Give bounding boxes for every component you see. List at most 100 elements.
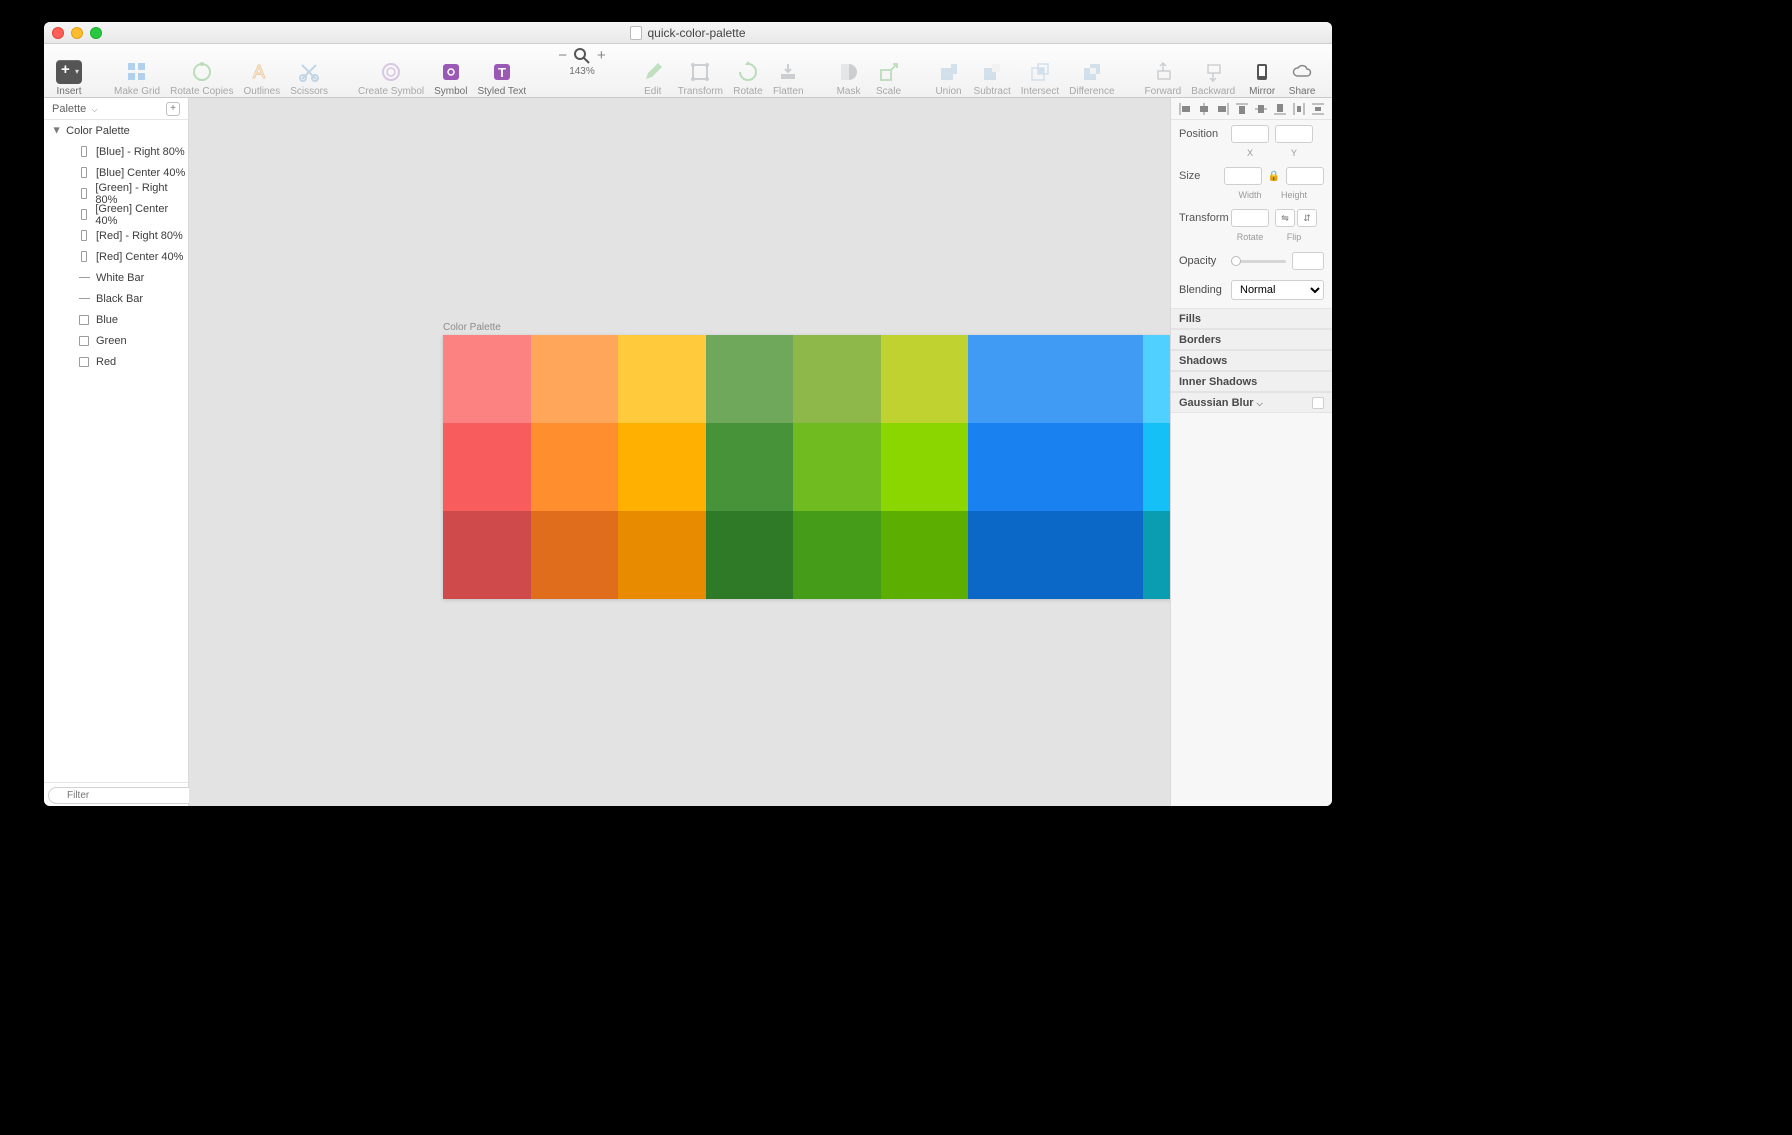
edit-button[interactable]: Edit — [634, 45, 672, 97]
layer-item[interactable]: [Green] - Right 80% — [44, 183, 188, 204]
outlines-button[interactable]: AOutlines — [240, 45, 285, 97]
lock-icon[interactable]: 🔒 — [1268, 171, 1280, 182]
color-swatch[interactable] — [968, 511, 1056, 599]
add-page-button[interactable]: + — [166, 102, 180, 116]
artboard[interactable] — [443, 335, 1170, 599]
fills-section[interactable]: Fills — [1171, 308, 1332, 329]
color-swatch[interactable] — [1056, 335, 1144, 423]
union-button[interactable]: Union — [930, 45, 968, 97]
zoom-button[interactable] — [90, 27, 102, 39]
color-swatch[interactable] — [881, 511, 969, 599]
align-hcenter-icon[interactable] — [1197, 102, 1211, 116]
backward-button[interactable]: Backward — [1187, 45, 1239, 97]
align-vcenter-icon[interactable] — [1254, 102, 1268, 116]
subtract-button[interactable]: Subtract — [970, 45, 1015, 97]
position-y-input[interactable] — [1275, 125, 1313, 143]
insert-button[interactable]: Insert — [50, 45, 88, 97]
shadows-section[interactable]: Shadows — [1171, 350, 1332, 371]
zoom-control[interactable]: −+ 143% — [552, 45, 612, 97]
color-swatch[interactable] — [1056, 423, 1144, 511]
create-symbol-button[interactable]: Create Symbol — [354, 45, 428, 97]
color-swatch[interactable] — [443, 423, 531, 511]
color-swatch[interactable] — [706, 423, 794, 511]
intersect-button[interactable]: Intersect — [1017, 45, 1063, 97]
position-x-input[interactable] — [1231, 125, 1269, 143]
layer-item[interactable]: Red — [44, 351, 188, 372]
minimize-button[interactable] — [71, 27, 83, 39]
inner-shadows-section[interactable]: Inner Shadows — [1171, 371, 1332, 392]
color-swatch[interactable] — [968, 335, 1056, 423]
align-left-icon[interactable] — [1178, 102, 1192, 116]
color-swatch[interactable] — [443, 335, 531, 423]
color-swatch[interactable] — [531, 511, 619, 599]
color-swatch[interactable] — [881, 423, 969, 511]
rotate-input[interactable] — [1231, 209, 1269, 227]
layer-item[interactable]: [Blue] - Right 80% — [44, 141, 188, 162]
color-swatch[interactable] — [531, 423, 619, 511]
color-swatch[interactable] — [618, 511, 706, 599]
layers-sidebar: Palette ⌵ + ▶Color Palette [Blue] - Righ… — [44, 98, 189, 806]
pages-header[interactable]: Palette ⌵ + — [44, 98, 188, 120]
scale-button[interactable]: Scale — [870, 45, 908, 97]
difference-button[interactable]: Difference — [1065, 45, 1118, 97]
color-swatch[interactable] — [793, 335, 881, 423]
distribute-v-icon[interactable] — [1311, 102, 1325, 116]
color-swatch[interactable] — [1143, 511, 1170, 599]
color-swatch[interactable] — [881, 335, 969, 423]
layer-item[interactable]: Blue — [44, 309, 188, 330]
color-swatch[interactable] — [793, 423, 881, 511]
color-swatch[interactable] — [1056, 511, 1144, 599]
layer-item[interactable]: [Blue] Center 40% — [44, 162, 188, 183]
width-input[interactable] — [1224, 167, 1262, 185]
color-swatch[interactable] — [706, 335, 794, 423]
forward-button[interactable]: Forward — [1141, 45, 1186, 97]
opacity-slider[interactable] — [1231, 260, 1286, 263]
align-bottom-icon[interactable] — [1273, 102, 1287, 116]
canvas[interactable]: Color Palette — [189, 98, 1170, 806]
gaussian-blur-section[interactable]: Gaussian Blur ⌵ — [1171, 392, 1332, 413]
color-swatch[interactable] — [968, 423, 1056, 511]
color-swatch[interactable] — [443, 511, 531, 599]
align-top-icon[interactable] — [1235, 102, 1249, 116]
layer-item[interactable]: Black Bar — [44, 288, 188, 309]
share-button[interactable]: Share — [1283, 45, 1321, 97]
layer-item[interactable]: [Green] Center 40% — [44, 204, 188, 225]
mask-icon — [836, 59, 862, 85]
distribute-h-icon[interactable] — [1292, 102, 1306, 116]
layer-item[interactable]: [Red] Center 40% — [44, 246, 188, 267]
align-right-icon[interactable] — [1216, 102, 1230, 116]
layer-item[interactable]: Green — [44, 330, 188, 351]
color-swatch[interactable] — [706, 511, 794, 599]
gaussian-checkbox[interactable] — [1312, 397, 1324, 409]
flip-v-button[interactable]: ⇵ — [1297, 209, 1317, 227]
color-swatch[interactable] — [1143, 335, 1170, 423]
color-swatch[interactable] — [793, 511, 881, 599]
styled-text-button[interactable]: TStyled Text — [473, 45, 530, 97]
artboard-label[interactable]: Color Palette — [443, 322, 501, 333]
color-swatch[interactable] — [1143, 423, 1170, 511]
transform-button[interactable]: Transform — [674, 45, 727, 97]
zoom-out-icon[interactable]: − — [558, 47, 567, 64]
mirror-button[interactable]: Mirror — [1243, 45, 1281, 97]
layer-group[interactable]: ▶Color Palette — [44, 120, 188, 141]
make-grid-button[interactable]: Make Grid — [110, 45, 164, 97]
rotate-copies-button[interactable]: Rotate Copies — [166, 45, 237, 97]
color-swatch[interactable] — [618, 335, 706, 423]
height-input[interactable] — [1286, 167, 1324, 185]
opacity-input[interactable] — [1292, 252, 1324, 270]
flip-h-button[interactable]: ⇋ — [1275, 209, 1295, 227]
layer-item[interactable]: White Bar — [44, 267, 188, 288]
blending-select[interactable]: Normal — [1231, 280, 1324, 300]
color-swatch[interactable] — [618, 423, 706, 511]
filter-input[interactable] — [48, 787, 206, 804]
scissors-button[interactable]: Scissors — [286, 45, 332, 97]
zoom-in-icon[interactable]: + — [597, 47, 606, 64]
close-button[interactable] — [52, 27, 64, 39]
borders-section[interactable]: Borders — [1171, 329, 1332, 350]
layer-item[interactable]: [Red] - Right 80% — [44, 225, 188, 246]
mask-button[interactable]: Mask — [830, 45, 868, 97]
color-swatch[interactable] — [531, 335, 619, 423]
flatten-button[interactable]: Flatten — [769, 45, 808, 97]
symbol-button[interactable]: Symbol — [430, 45, 471, 97]
rotate-button[interactable]: Rotate — [729, 45, 767, 97]
